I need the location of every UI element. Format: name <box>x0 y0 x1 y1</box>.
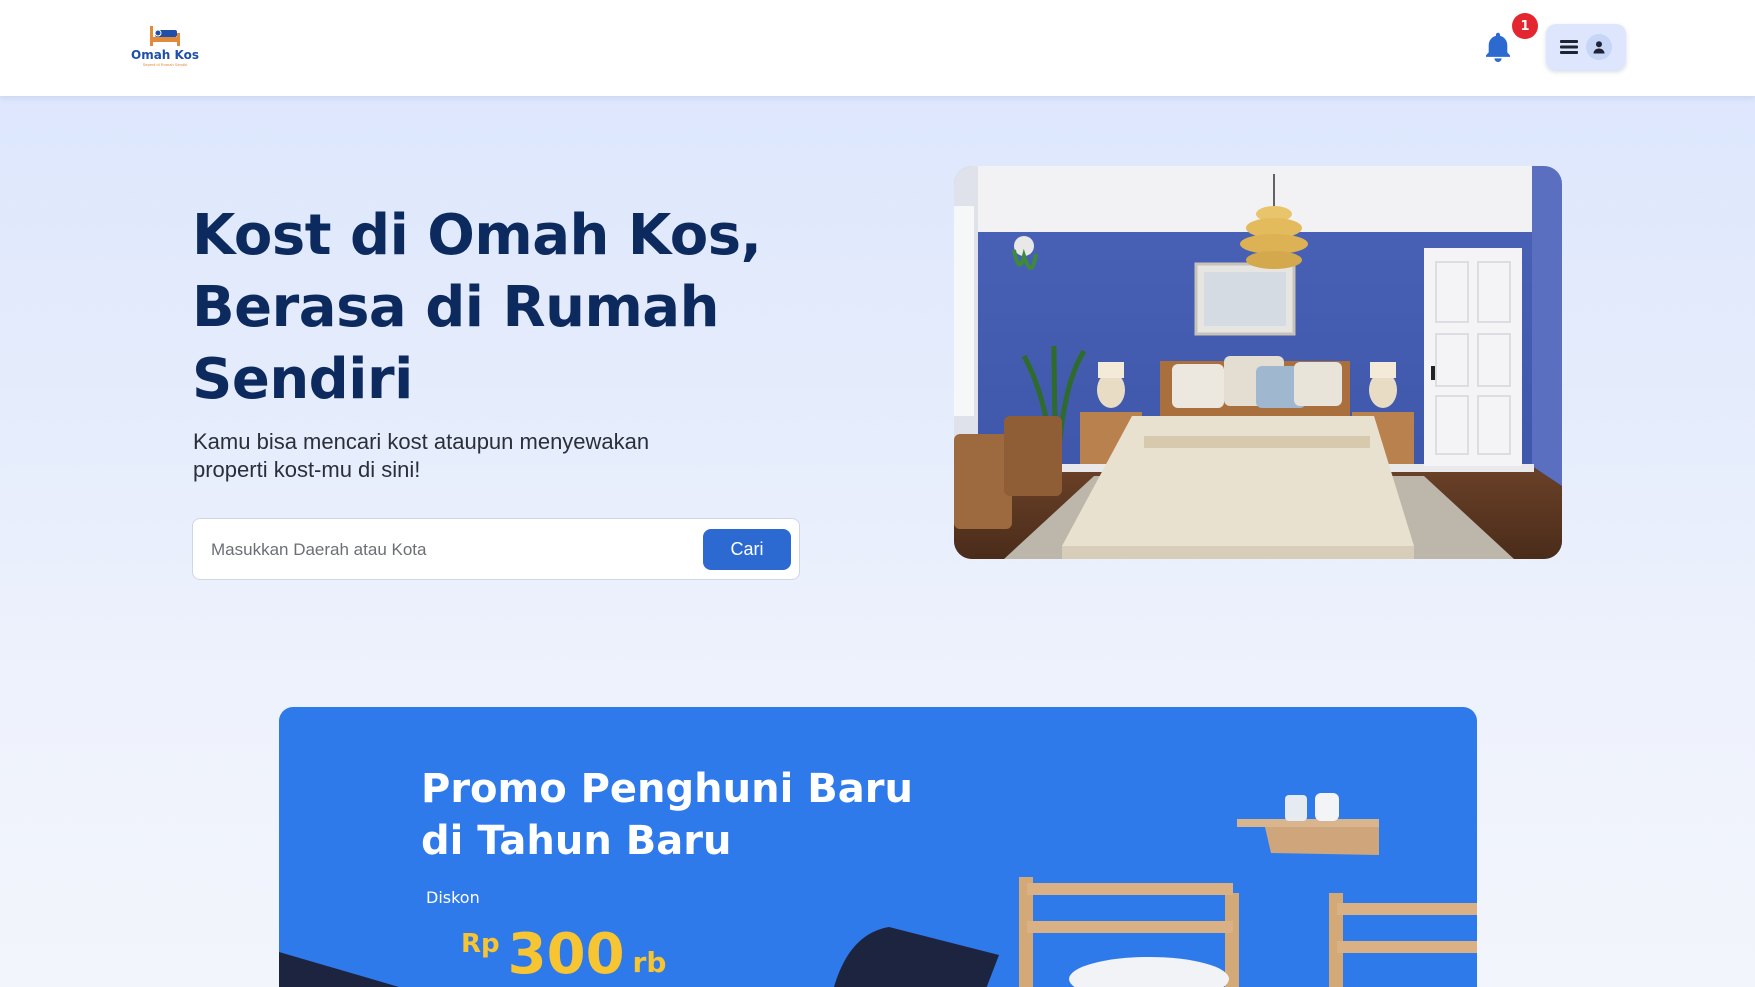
promo-banner[interactable]: Promo Penghuni Baru di Tahun Baru Diskon… <box>279 707 1477 987</box>
logo-name: Omah Kos <box>131 48 199 62</box>
promo-title: Promo Penghuni Baru di Tahun Baru <box>421 766 913 864</box>
promo-value: 300 <box>507 922 625 987</box>
promo-discount-label: Diskon <box>426 888 480 907</box>
search-button[interactable]: Cari <box>703 529 791 570</box>
hero-title: Kost di Omah Kos, Berasa di Rumah Sendir… <box>192 203 762 412</box>
hamburger-icon <box>1560 40 1578 54</box>
hero-bedroom-image <box>954 166 1562 559</box>
user-icon <box>1593 41 1605 54</box>
bell-icon[interactable] <box>1480 29 1516 65</box>
search-input[interactable] <box>211 533 691 567</box>
notification-badge: 1 <box>1512 13 1538 39</box>
promo-unit: rb <box>632 946 667 979</box>
bedroom-illustration <box>954 166 1562 559</box>
avatar <box>1586 34 1612 60</box>
promo-currency: Rp <box>461 929 500 959</box>
hero-subtitle: Kamu bisa mencari kost ataupun menyewaka… <box>193 429 650 482</box>
logo-tagline: Seperti di Rumah Sendiri <box>142 62 188 67</box>
top-navbar: Omah Kos Seperti di Rumah Sendiri 1 <box>0 0 1755 96</box>
user-menu-button[interactable] <box>1546 24 1626 70</box>
bed-logo-icon <box>150 26 180 46</box>
logo[interactable]: Omah Kos Seperti di Rumah Sendiri <box>128 24 202 72</box>
promo-amount: Rp 300 rb <box>461 925 666 985</box>
search-bar: Cari <box>192 518 800 580</box>
